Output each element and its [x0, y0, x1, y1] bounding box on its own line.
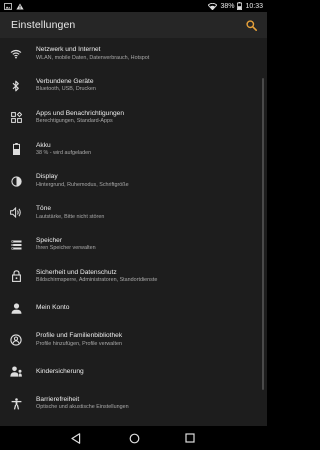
settings-item-title: Speicher: [36, 236, 63, 244]
battery-status-icon: [237, 2, 243, 10]
settings-list: Netzwerk und Internet WLAN, mobile Daten…: [0, 38, 267, 426]
settings-item-apps[interactable]: Apps und Benachrichtigungen Berechtigung…: [0, 102, 267, 134]
settings-item-subtitle: WLAN, mobile Daten, Datenverbrauch, Hots…: [36, 54, 150, 61]
settings-item-my-account[interactable]: Mein Konto: [0, 292, 267, 324]
settings-item-title: Sicherheit und Datenschutz: [36, 268, 117, 276]
navigation-bar: [0, 426, 267, 450]
settings-item-title: Profile und Familienbibliothek: [36, 332, 123, 340]
search-icon: [245, 19, 257, 31]
wifi-icon: [9, 47, 23, 61]
settings-item-subtitle: Berechtigungen, Standard-Apps: [36, 118, 113, 125]
settings-item-title: Akku: [36, 141, 51, 149]
home-button[interactable]: [127, 431, 141, 445]
settings-item-subtitle: Hintergrund, Ruhemodus, Schriftgröße: [36, 181, 129, 188]
settings-item-title: Barrierefreiheit: [36, 395, 80, 403]
recents-button[interactable]: [183, 431, 197, 445]
person-icon: [9, 301, 23, 315]
settings-item-accessibility[interactable]: Barrierefreiheit Optische und akustische…: [0, 388, 267, 420]
settings-item-subtitle: Lautstärke, Bitte nicht stören: [36, 213, 105, 220]
settings-item-subtitle: Optische und akustische Einstellungen: [36, 404, 129, 411]
warning-icon: [16, 3, 24, 10]
page-title: Einstellungen: [11, 19, 76, 31]
settings-item-title: Apps und Benachrichtigungen: [36, 109, 124, 117]
settings-item-storage[interactable]: Speicher Ihren Speicher verwalten: [0, 229, 267, 261]
back-button[interactable]: [69, 431, 83, 445]
recents-icon: [185, 433, 195, 443]
profiles-icon: [9, 333, 23, 347]
parental-icon: [9, 365, 23, 379]
settings-screen: 38% 10:33 Einstellungen Netzwerk und Int…: [0, 0, 267, 450]
settings-item-network[interactable]: Netzwerk und Internet WLAN, mobile Daten…: [0, 38, 267, 70]
bluetooth-icon: [9, 79, 23, 93]
status-bar: 38% 10:33: [0, 0, 267, 12]
settings-item-subtitle: 38 % - wird aufgeladen: [36, 150, 92, 157]
clock: 10:33: [245, 2, 263, 10]
volume-icon: [9, 206, 23, 220]
scrollbar[interactable]: [262, 78, 264, 390]
search-button[interactable]: [244, 18, 258, 32]
settings-item-subtitle: Bluetooth, USB, Drucken: [36, 86, 96, 93]
settings-item-sounds[interactable]: Töne Lautstärke, Bitte nicht stören: [0, 197, 267, 229]
settings-item-profiles[interactable]: Profile und Familienbibliothek Profile h…: [0, 324, 267, 356]
lock-icon: [9, 269, 23, 283]
settings-item-parental-controls[interactable]: Kindersicherung: [0, 356, 267, 388]
settings-item-title: Töne: [36, 205, 52, 213]
apps-icon: [9, 110, 23, 124]
back-icon: [71, 432, 81, 444]
settings-item-title: Kindersicherung: [36, 367, 84, 375]
settings-item-subtitle: Ihren Speicher verwalten: [36, 245, 96, 252]
settings-item-security[interactable]: Sicherheit und Datenschutz Bildschirmspe…: [0, 261, 267, 293]
settings-item-title: Display: [36, 173, 58, 181]
wifi-status-icon: [208, 2, 218, 10]
settings-item-title: Verbundene Geräte: [36, 77, 94, 85]
battery-icon: [9, 142, 23, 156]
settings-item-display[interactable]: Display Hintergrund, Ruhemodus, Schriftg…: [0, 165, 267, 197]
settings-item-title: Netzwerk und Internet: [36, 46, 101, 54]
accessibility-icon: [9, 397, 23, 411]
display-icon: [9, 174, 23, 188]
settings-item-title: Mein Konto: [36, 304, 70, 312]
home-icon: [129, 433, 139, 443]
battery-percent: 38%: [220, 2, 235, 10]
settings-item-connected-devices[interactable]: Verbundene Geräte Bluetooth, USB, Drucke…: [0, 70, 267, 102]
settings-item-battery[interactable]: Akku 38 % - wird aufgeladen: [0, 133, 267, 165]
app-bar: Einstellungen: [0, 12, 267, 38]
settings-item-subtitle: Profile hinzufügen, Profile verwalten: [36, 340, 122, 347]
settings-item-subtitle: Bildschirmsperre, Administratoren, Stand…: [36, 277, 158, 284]
screenshot-icon: [4, 2, 12, 10]
storage-icon: [9, 238, 23, 252]
